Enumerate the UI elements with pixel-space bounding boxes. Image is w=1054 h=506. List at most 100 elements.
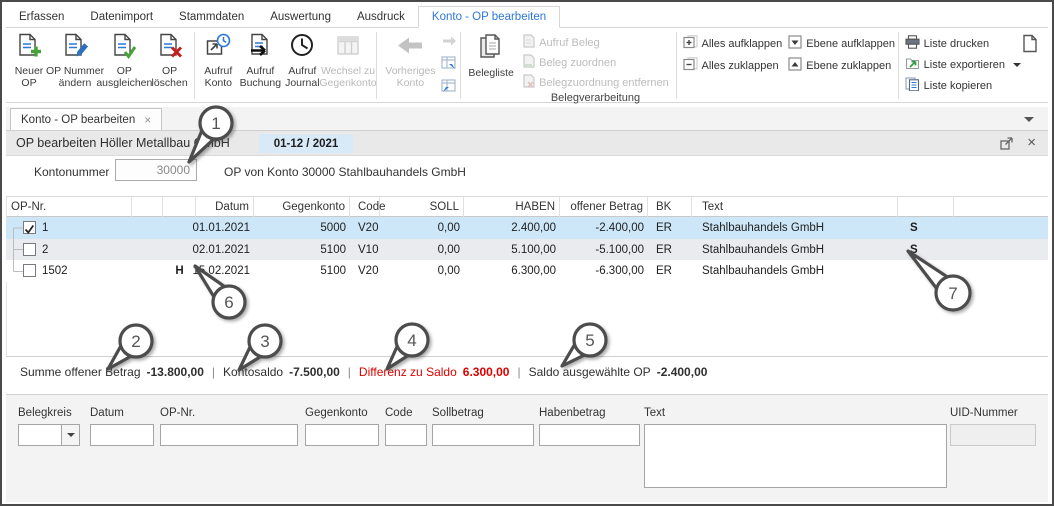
aufruf-buchung-button[interactable]: Aufruf Buchung (239, 30, 281, 101)
svg-text:6: 6 (224, 293, 233, 312)
table-row-1[interactable]: 1 01.01.2021 5000 V20 0,00 2.400,00 -2.4… (6, 217, 1048, 239)
level-collapse-icon (788, 57, 802, 74)
liste-drucken-button[interactable]: Liste drucken (905, 35, 1021, 52)
tab-list-dropdown-icon[interactable] (1024, 117, 1034, 122)
group-label-belegverarbeitung: Belegverarbeitung (550, 92, 641, 104)
column-header-op-nr[interactable]: OP-Nr. (6, 197, 132, 217)
column-header-offener-betrag[interactable]: offener Betrag (560, 197, 648, 217)
datum-input[interactable] (90, 424, 154, 446)
column-header-h-flag[interactable] (163, 197, 196, 217)
popout-icon[interactable] (999, 136, 1014, 156)
ribbon-tab-ausdruck[interactable]: Ausdruck (344, 7, 418, 27)
belegliste-button[interactable]: Belegliste (464, 30, 518, 101)
printer-icon (905, 35, 920, 52)
gegenkonto-input[interactable] (305, 424, 379, 446)
column-header-soll[interactable]: SOLL (380, 197, 464, 217)
ribbon-tab-datenimport[interactable]: Datenimport (77, 7, 166, 27)
new-page-icon[interactable] (1021, 34, 1038, 57)
ribbon-tab-konto-op-bearbeiten[interactable]: Konto - OP bearbeiten (417, 6, 561, 28)
button-label: Belegliste (468, 67, 514, 79)
row-checkbox-checked[interactable] (23, 221, 36, 234)
svg-text:5: 5 (585, 331, 594, 350)
op-loeschen-button[interactable]: OP löschen (149, 30, 191, 101)
summary-bar: Summe offener Betrag -13.800,00 | Kontos… (20, 365, 708, 379)
habenbetrag-input[interactable] (539, 424, 640, 446)
ribbon-separator (375, 32, 377, 99)
table-row-2[interactable]: 2 02.01.2021 5100 V10 0,00 5.100,00 -5.1… (6, 239, 1048, 260)
column-header-gegenkonto[interactable]: Gegenkonto (254, 197, 350, 217)
column-header-bk[interactable]: BK (648, 197, 692, 217)
cell-datum: 15.02.2021 (192, 265, 250, 277)
op-nummer-aendern-button[interactable]: OP Nummer ändern (46, 30, 104, 101)
period-badge[interactable]: 01-12 / 2021 (259, 134, 353, 153)
aufruf-beleg-button: Aufruf Beleg (522, 34, 669, 51)
column-header-empty[interactable] (132, 197, 163, 217)
window-clock-icon (205, 33, 231, 64)
text-textarea[interactable] (644, 424, 947, 488)
clock-icon (289, 33, 315, 64)
alles-zuklappen-button[interactable]: Alles zuklappen (682, 57, 783, 74)
button-label: OP löschen (151, 65, 188, 90)
column-header-text[interactable]: Text (692, 197, 898, 217)
ebene-aufklappen-button[interactable]: Ebene aufklappen (788, 35, 895, 52)
tab-close-icon[interactable]: × (144, 113, 151, 127)
table-arrow-icon[interactable] (441, 79, 457, 98)
cell-offener-betrag: -5.100,00 (595, 243, 644, 256)
ribbon-separator (675, 32, 677, 99)
beleg-zuordnen-button: Beleg zuordnen (522, 54, 669, 71)
panel-title-bar: OP bearbeiten Höller Metallbau GmbH 01-1… (6, 130, 1048, 156)
belegkreis-select[interactable] (18, 424, 80, 446)
row-checkbox[interactable] (23, 264, 36, 277)
cell-gegenkonto: 5000 (320, 222, 346, 234)
column-header-haben[interactable]: HABEN (464, 197, 560, 217)
table-row-3[interactable]: 1502 H 15.02.2021 5100 V20 0,00 6.300,00… (6, 260, 1048, 282)
row-checkbox[interactable] (23, 243, 36, 256)
kontonummer-label: Kontonummer (34, 165, 110, 179)
gegenkonto-label: Gegenkonto (305, 407, 368, 419)
table-arrow-icon[interactable] (441, 56, 457, 75)
ribbon-tab-erfassen[interactable]: Erfassen (6, 7, 77, 27)
button-label: Aufruf Konto (204, 65, 233, 90)
column-header-code[interactable]: Code (350, 197, 386, 217)
svg-text:4: 4 (407, 331, 416, 350)
neuer-op-button[interactable]: Neuer OP (8, 30, 50, 101)
cell-code: V20 (358, 265, 379, 277)
sollbetrag-label: Sollbetrag (432, 407, 484, 419)
column-header-datum[interactable]: Datum (196, 197, 254, 217)
aufruf-journal-button[interactable]: Aufruf Journal (281, 30, 323, 101)
svg-text:7: 7 (948, 284, 957, 303)
arrow-left-icon (395, 33, 425, 64)
document-tab-konto-op-bearbeiten[interactable]: Konto - OP bearbeiten × (10, 108, 163, 130)
panel-close-icon[interactable]: × (1027, 134, 1036, 151)
op-ausgleichen-button[interactable]: OP ausgleichen (96, 30, 152, 101)
document-small-icon (522, 34, 535, 51)
document-check-icon (111, 33, 137, 64)
arrow-right-icon (441, 34, 457, 52)
belegkreis-label: Belegkreis (18, 407, 72, 419)
ebene-zuklappen-button[interactable]: Ebene zuklappen (788, 57, 895, 74)
ribbon-tab-auswertung[interactable]: Auswertung (257, 7, 344, 27)
document-small-icon (522, 54, 535, 71)
edit-form: Belegkreis Datum OP-Nr. Gegenkonto Code … (6, 394, 1048, 502)
op-nr-input[interactable] (160, 424, 298, 446)
datum-label: Datum (90, 407, 124, 419)
svg-text:2: 2 (131, 332, 140, 351)
button-label: Vorheriges Konto (385, 65, 436, 90)
code-input[interactable] (385, 424, 427, 446)
column-header-s[interactable] (898, 197, 954, 217)
aufruf-konto-button[interactable]: Aufruf Konto (197, 30, 239, 101)
sollbetrag-input[interactable] (432, 424, 534, 446)
kontonummer-input[interactable] (115, 159, 197, 181)
combo-dropdown-icon[interactable] (61, 425, 79, 445)
summary-value: -7.500,00 (289, 365, 340, 379)
ribbon-separator (460, 32, 462, 99)
alles-aufklappen-button[interactable]: Alles aufklappen (682, 35, 782, 52)
cell-gegenkonto: 5100 (320, 265, 346, 277)
ribbon-tab-stammdaten[interactable]: Stammdaten (166, 7, 257, 27)
table-header: OP-Nr. Datum Gegenkonto Code SOLL HABEN … (6, 196, 1048, 217)
ribbon-tab-bar: Erfassen Datenimport Stammdaten Auswertu… (6, 5, 1048, 28)
liste-kopieren-button[interactable]: Liste kopieren (905, 77, 1021, 94)
cell-datum: 01.01.2021 (192, 222, 250, 234)
cell-s-flag: S (910, 222, 918, 234)
liste-exportieren-button[interactable]: Liste exportieren (905, 56, 1021, 73)
